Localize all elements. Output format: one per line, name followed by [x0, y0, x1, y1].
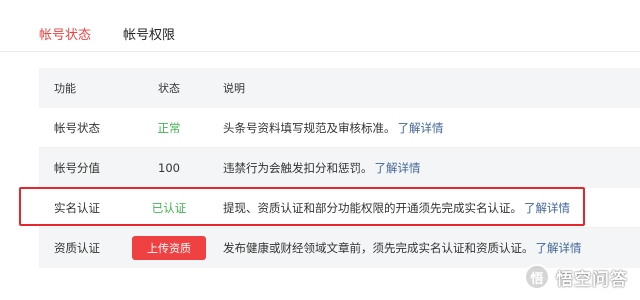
header-description: 说明	[223, 82, 245, 95]
description: 发布健康或财经领域文章前，须先完成实名认证和资质认证。 了解详情	[223, 228, 582, 268]
learn-more-link[interactable]: 了解详情	[398, 120, 444, 136]
description: 违禁行为会触发扣分和惩罚。 了解详情	[223, 148, 421, 188]
table-row: 实名认证 已认证 提现、资质认证和部分功能权限的开通须先完成实名认证。 了解详情	[39, 188, 640, 228]
feature-label: 实名认证	[54, 200, 100, 215]
learn-more-link[interactable]: 了解详情	[536, 240, 582, 256]
table-row: 帐号状态 正常 头条号资料填写规范及审核标准。 了解详情	[39, 108, 640, 148]
description: 头条号资料填写规范及审核标准。 了解详情	[223, 108, 444, 147]
watermark: 悟 悟空问答	[524, 264, 628, 290]
description-text: 发布健康或财经领域文章前，须先完成实名认证和资质认证。	[223, 241, 534, 255]
status-value: 100	[158, 161, 180, 175]
watermark-text: 悟空问答	[556, 269, 628, 290]
description-text: 头条号资料填写规范及审核标准。	[223, 120, 396, 135]
tab-account-permissions[interactable]: 帐号权限	[123, 24, 175, 43]
wukong-logo-icon: 悟	[524, 264, 550, 290]
feature-label: 资质认证	[54, 241, 100, 255]
header-status: 状态	[158, 82, 180, 95]
description: 提现、资质认证和部分功能权限的开通须先完成实名认证。 了解详情	[223, 188, 570, 227]
tab-bar: 帐号状态 帐号权限	[0, 0, 640, 52]
learn-more-link[interactable]: 了解详情	[524, 200, 570, 216]
description-text: 提现、资质认证和部分功能权限的开通须先完成实名认证。	[223, 200, 522, 215]
status-value: 正常	[157, 120, 181, 135]
table-row: 资质认证 上传资质 发布健康或财经领域文章前，须先完成实名认证和资质认证。 了解…	[39, 228, 640, 268]
upload-qualification-button[interactable]: 上传资质	[132, 236, 206, 260]
header-feature: 功能	[54, 82, 76, 95]
table-header: 功能 状态 说明	[39, 68, 640, 108]
learn-more-link[interactable]: 了解详情	[375, 160, 421, 176]
feature-label: 帐号分值	[54, 161, 100, 175]
table-row: 帐号分值 100 违禁行为会触发扣分和惩罚。 了解详情	[39, 148, 640, 188]
status-cell: 上传资质	[129, 228, 209, 268]
description-text: 违禁行为会触发扣分和惩罚。	[223, 161, 373, 175]
feature-label: 帐号状态	[54, 120, 100, 135]
status-value: 已认证	[151, 200, 187, 215]
tab-account-status[interactable]: 帐号状态	[39, 24, 91, 43]
